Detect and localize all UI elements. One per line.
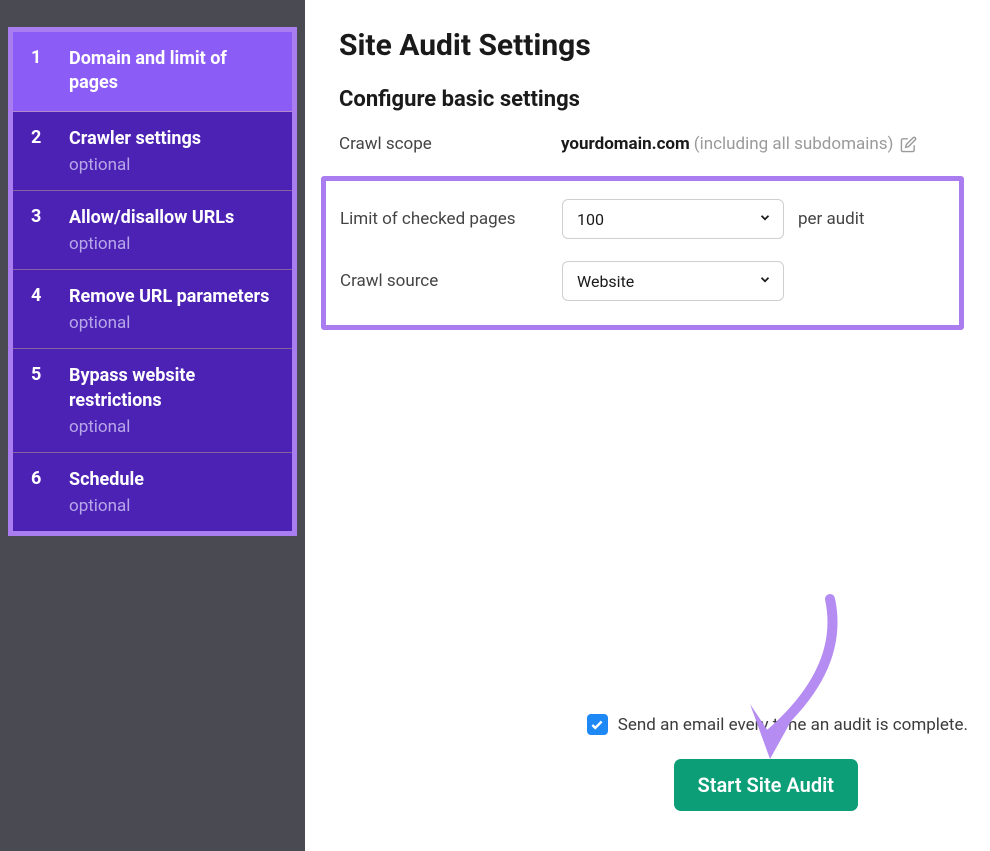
- crawl-scope-label: Crawl scope: [339, 134, 561, 154]
- sidebar-item-domain-limit[interactable]: 1 Domain and limit of pages: [13, 32, 292, 112]
- sidebar-item-number: 2: [31, 127, 55, 148]
- sidebar-item-number: 3: [31, 206, 55, 227]
- sidebar-item-label: Domain and limit of pages: [69, 47, 274, 96]
- sidebar-item-optional: optional: [69, 496, 144, 516]
- limit-row: Limit of checked pages per audit: [340, 199, 945, 239]
- sidebar-highlight: 1 Domain and limit of pages 2 Crawler se…: [8, 27, 297, 536]
- start-audit-button[interactable]: Start Site Audit: [674, 759, 858, 811]
- sidebar-item-bypass-restrictions[interactable]: 5 Bypass website restrictions optional: [13, 349, 292, 453]
- sidebar-item-label: Remove URL parameters: [69, 285, 269, 309]
- footer-actions: Send an email every time an audit is com…: [587, 714, 968, 811]
- limit-label: Limit of checked pages: [340, 209, 562, 229]
- limit-select[interactable]: [562, 199, 784, 239]
- source-row: Crawl source: [340, 261, 945, 301]
- email-checkbox[interactable]: [587, 714, 608, 735]
- sidebar: 1 Domain and limit of pages 2 Crawler se…: [0, 0, 305, 851]
- sidebar-item-optional: optional: [69, 155, 201, 175]
- source-label: Crawl source: [340, 271, 562, 291]
- sidebar-item-number: 6: [31, 468, 55, 489]
- sidebar-item-schedule[interactable]: 6 Schedule optional: [13, 453, 292, 531]
- sidebar-item-label: Crawler settings: [69, 127, 201, 151]
- crawl-scope-value: yourdomain.com: [561, 134, 690, 154]
- sidebar-item-crawler-settings[interactable]: 2 Crawler settings optional: [13, 112, 292, 191]
- sidebar-item-allow-disallow[interactable]: 3 Allow/disallow URLs optional: [13, 191, 292, 270]
- sidebar-item-label: Allow/disallow URLs: [69, 206, 234, 230]
- sidebar-item-number: 4: [31, 285, 55, 306]
- email-checkbox-label: Send an email every time an audit is com…: [618, 715, 968, 735]
- sidebar-item-optional: optional: [69, 417, 274, 437]
- sidebar-item-optional: optional: [69, 313, 269, 333]
- main-content: Site Audit Settings Configure basic sett…: [305, 0, 990, 851]
- crawl-scope-row: Crawl scope yourdomain.com (including al…: [339, 134, 956, 154]
- sidebar-item-number: 5: [31, 364, 55, 385]
- page-subtitle: Configure basic settings: [339, 87, 956, 112]
- email-checkbox-row: Send an email every time an audit is com…: [587, 714, 968, 735]
- page-title: Site Audit Settings: [339, 28, 956, 63]
- edit-icon[interactable]: [899, 135, 917, 153]
- sidebar-item-label: Bypass website restrictions: [69, 364, 274, 413]
- limit-suffix: per audit: [798, 209, 864, 229]
- settings-highlight-box: Limit of checked pages per audit Crawl s…: [321, 176, 964, 330]
- crawl-scope-hint: (including all subdomains): [694, 134, 894, 154]
- source-select[interactable]: [562, 261, 784, 301]
- sidebar-item-remove-params[interactable]: 4 Remove URL parameters optional: [13, 270, 292, 349]
- sidebar-item-number: 1: [31, 47, 55, 68]
- sidebar-item-optional: optional: [69, 234, 234, 254]
- sidebar-item-label: Schedule: [69, 468, 144, 492]
